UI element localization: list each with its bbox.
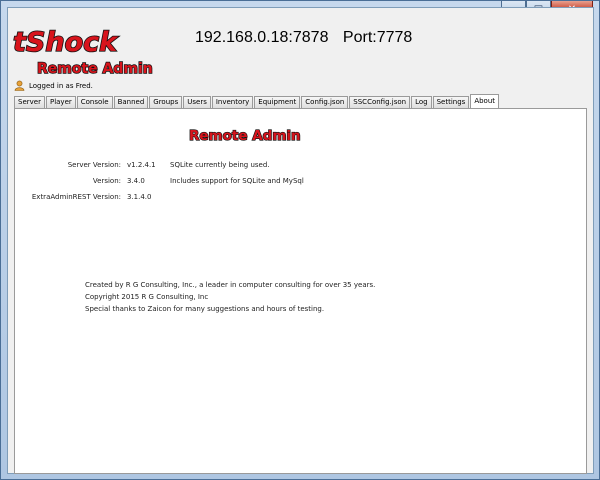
credits-line: Copyright 2015 R G Consulting, Inc bbox=[85, 293, 209, 301]
tab-bar: Server Player Console Banned Groups User… bbox=[14, 94, 500, 108]
extraadminrest-version-label: ExtraAdminREST Version: bbox=[31, 193, 121, 201]
version-value: 3.4.0 bbox=[127, 177, 145, 185]
tab-inventory[interactable]: Inventory bbox=[211, 96, 254, 108]
credits-line: Special thanks to Zaicon for many sugges… bbox=[85, 305, 325, 313]
version-label: Version: bbox=[92, 177, 121, 185]
server-version-note: SQLite currently being used. bbox=[170, 161, 270, 169]
version-row: Version: 3.4.0 Includes support for SQLi… bbox=[15, 177, 304, 185]
server-address: 192.168.0.18:7878 bbox=[195, 29, 329, 46]
application-window: – □ ✕ tShock Remote Admin 192.168.0.18:7… bbox=[0, 0, 600, 480]
version-note: Includes support for SQLite and MySql bbox=[170, 177, 304, 185]
server-port: Port:7778 bbox=[342, 29, 413, 46]
logo-sub-text: Remote Admin bbox=[37, 61, 153, 77]
tab-player[interactable]: Player bbox=[45, 96, 76, 108]
tab-console[interactable]: Console bbox=[76, 96, 113, 108]
about-title-text: Remote Admin bbox=[189, 128, 301, 144]
tab-about[interactable]: About bbox=[470, 94, 500, 108]
tab-settings[interactable]: Settings bbox=[432, 96, 470, 108]
tab-server[interactable]: Server bbox=[14, 96, 45, 108]
about-panel: Remote Admin Server Version: v1.2.4.1 SQ… bbox=[14, 108, 587, 474]
tab-log[interactable]: Log bbox=[411, 96, 432, 108]
user-icon bbox=[14, 80, 25, 91]
tab-ssc-config-json[interactable]: SSCConfig.json bbox=[349, 96, 411, 108]
client-area: tShock Remote Admin 192.168.0.18:7878 Po… bbox=[7, 7, 594, 474]
tab-users[interactable]: Users bbox=[183, 96, 211, 108]
server-version-value: v1.2.4.1 bbox=[127, 161, 156, 169]
tshock-logo: tShock Remote Admin bbox=[11, 22, 161, 80]
login-text: Logged in as Fred. bbox=[29, 81, 93, 90]
tab-banned[interactable]: Banned bbox=[113, 96, 149, 108]
server-version-row: Server Version: v1.2.4.1 SQLite currentl… bbox=[15, 161, 270, 169]
extraadminrest-version-row: ExtraAdminREST Version: 3.1.4.0 bbox=[15, 193, 170, 201]
extraadminrest-version-value: 3.1.4.0 bbox=[127, 193, 152, 201]
credits-block: Created by R G Consulting, Inc., a leade… bbox=[85, 279, 375, 315]
tab-config-json[interactable]: Config.json bbox=[301, 96, 349, 108]
tab-groups[interactable]: Groups bbox=[149, 96, 183, 108]
logo-main-text: tShock bbox=[13, 27, 119, 58]
tab-equipment[interactable]: Equipment bbox=[254, 96, 301, 108]
about-title-logo: Remote Admin bbox=[188, 127, 301, 144]
login-status: Logged in as Fred. bbox=[14, 80, 93, 91]
server-version-label: Server Version: bbox=[67, 161, 121, 169]
credits-line: Created by R G Consulting, Inc., a leade… bbox=[85, 281, 376, 289]
connection-info: 192.168.0.18:7878 Port:7778 bbox=[195, 29, 422, 47]
